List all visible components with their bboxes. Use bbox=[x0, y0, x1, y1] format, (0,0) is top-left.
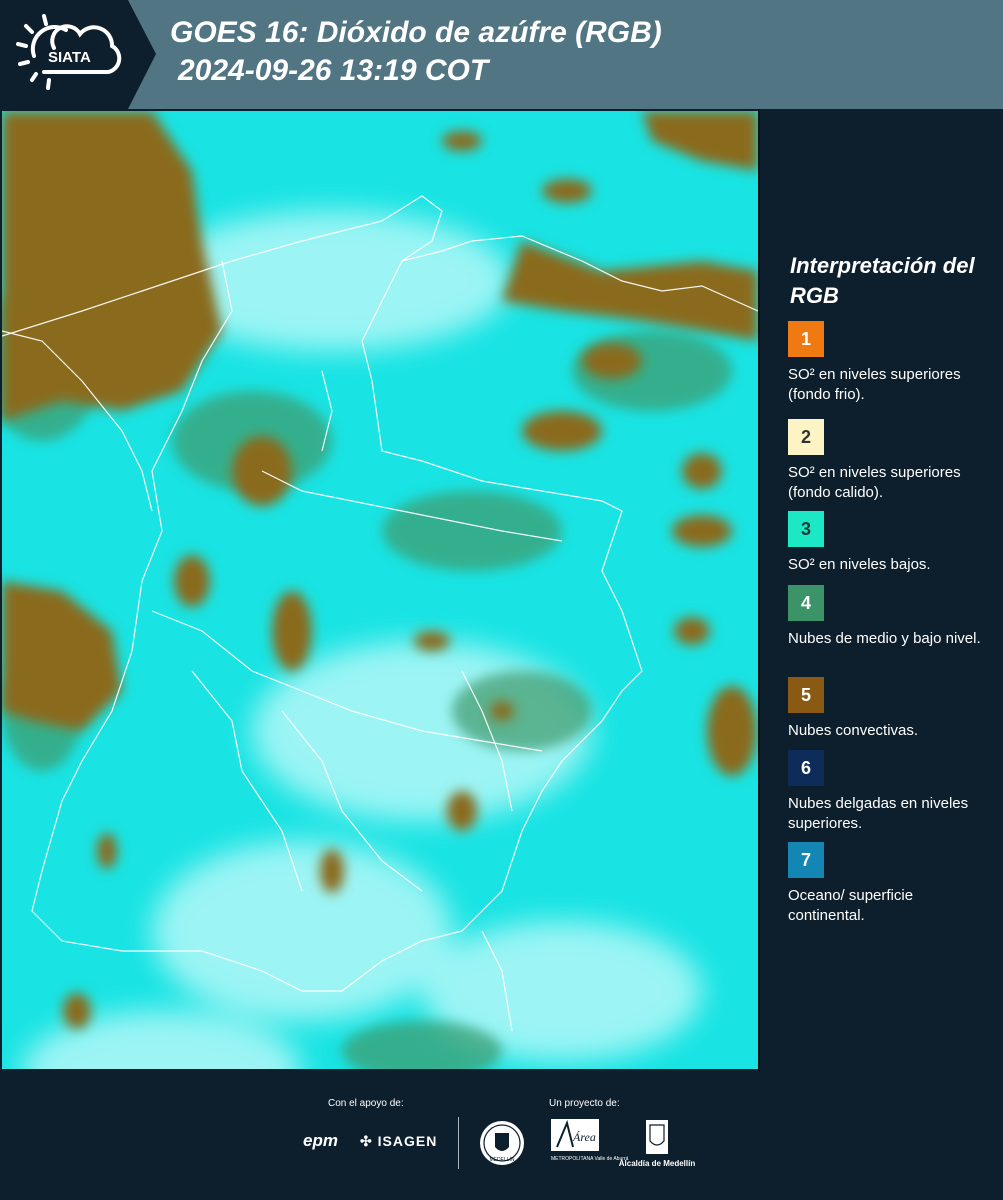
legend-label-6: Nubes delgadas en niveles superiores. bbox=[788, 795, 969, 832]
legend-title: Interpretación del RGB bbox=[790, 253, 975, 308]
page-timestamp: 2024-09-26 13:19 COT bbox=[178, 54, 489, 87]
legend-label-2: SO² en niveles superiores (fondo calido)… bbox=[788, 464, 961, 501]
area-logo-graphic: Área bbox=[551, 1119, 599, 1151]
footer-divider bbox=[458, 1117, 459, 1169]
isagen-logo: ✣ ISAGEN bbox=[360, 1133, 437, 1150]
satellite-image bbox=[2, 111, 758, 1069]
medellin-seal-icon: MEDELLÍN bbox=[480, 1121, 524, 1165]
legend-panel: Interpretación del RGB 1 SO² en niveles … bbox=[760, 109, 1003, 1071]
legend-swatch-4: 4 bbox=[788, 585, 824, 621]
project-label: Un proyecto de: bbox=[549, 1098, 620, 1109]
legend-swatch-2: 2 bbox=[788, 419, 824, 455]
area-logo-caption: METROPOLITANA Valle de Aburrá bbox=[551, 1156, 629, 1162]
header: SIATA GOES 16: Dióxido de azúfre (RGB) 2… bbox=[0, 0, 1003, 109]
support-label: Con el apoyo de: bbox=[328, 1098, 404, 1109]
alcaldia-shield-icon bbox=[646, 1120, 668, 1154]
page-title: GOES 16: Dióxido de azúfre (RGB) bbox=[170, 16, 662, 49]
medellin-seal-logo: MEDELLÍN bbox=[478, 1119, 526, 1167]
footer: Con el apoyo de: Un proyecto de: epm ✣ I… bbox=[0, 1071, 1003, 1200]
legend-label-7: Oceano/ superficie continental. bbox=[788, 887, 914, 924]
area-logo-text: Área bbox=[572, 1130, 596, 1144]
legend-label-5: Nubes convectivas. bbox=[788, 722, 919, 739]
satellite-map bbox=[2, 111, 758, 1069]
legend-label-3: SO² en niveles bajos. bbox=[788, 556, 931, 573]
legend-swatch-6: 6 bbox=[788, 750, 824, 786]
legend-label-4: Nubes de medio y bajo nivel. bbox=[788, 630, 981, 647]
legend-swatch-7: 7 bbox=[788, 842, 824, 878]
alcaldia-logo-text: Alcaldía de Medellín bbox=[618, 1159, 696, 1168]
legend-swatch-5: 5 bbox=[788, 677, 824, 713]
medellin-seal-text: MEDELLÍN bbox=[489, 1156, 514, 1163]
legend-swatch-3: 3 bbox=[788, 511, 824, 547]
isagen-logo-text: ISAGEN bbox=[377, 1133, 438, 1149]
isagen-icon: ✣ bbox=[360, 1133, 373, 1149]
siata-logo-text: SIATA bbox=[48, 49, 91, 66]
alcaldia-medellin-logo: Alcaldía de Medellín bbox=[612, 1119, 702, 1171]
siata-logo-graphic: SIATA bbox=[0, 0, 156, 109]
epm-logo: epm bbox=[303, 1131, 338, 1150]
siata-logo: SIATA bbox=[0, 0, 156, 109]
area-metropolitana-logo: Área METROPOLITANA Valle de Aburrá bbox=[551, 1119, 629, 1169]
legend-swatch-1: 1 bbox=[788, 321, 824, 357]
legend-label-1: SO² en niveles superiores (fondo frio). bbox=[788, 366, 961, 403]
